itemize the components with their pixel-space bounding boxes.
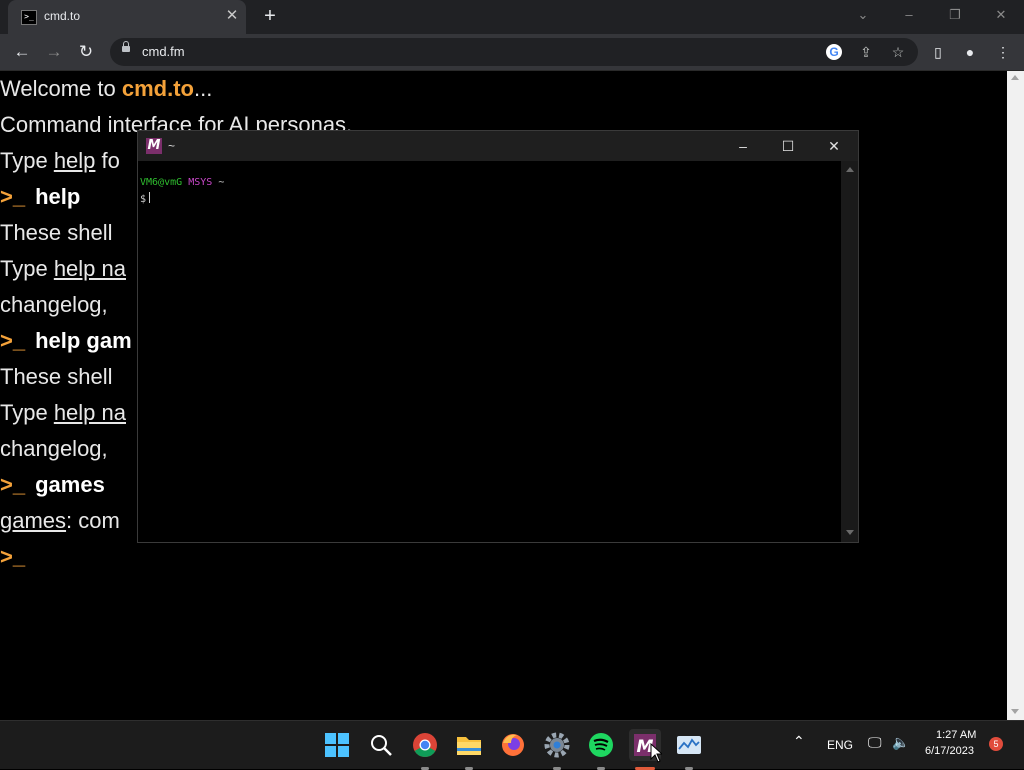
scroll-up-icon[interactable] bbox=[1011, 75, 1019, 80]
command-text: games bbox=[35, 472, 105, 497]
firefox-icon[interactable] bbox=[497, 729, 529, 761]
welcome-suffix: ... bbox=[193, 76, 213, 101]
language-indicator[interactable]: ENG bbox=[827, 738, 853, 752]
file-explorer-icon[interactable] bbox=[453, 729, 485, 770]
type-help-suffix: fo bbox=[95, 148, 120, 173]
network-icon[interactable]: 🖵 bbox=[868, 734, 882, 751]
google-lens-icon[interactable]: G bbox=[826, 44, 842, 60]
side-panel-icon[interactable]: ▯ bbox=[928, 42, 948, 62]
search-icon[interactable] bbox=[365, 729, 397, 761]
welcome-brand: cmd.to bbox=[121, 76, 194, 101]
command-line-1: >_ help bbox=[0, 182, 80, 212]
terminal-favicon-icon: >_ bbox=[21, 10, 37, 25]
spotify-icon[interactable] bbox=[585, 729, 617, 770]
command-text: help bbox=[35, 184, 81, 209]
clock-time[interactable]: 1:27 AM bbox=[936, 729, 976, 741]
shell-text-2: These shell bbox=[0, 364, 113, 389]
type-help-name-line-1: Type help na bbox=[0, 254, 126, 284]
type-help-name-line-2: Type help na bbox=[0, 398, 126, 428]
browser-toolbar: ← → ↻ cmd.fm G ⇪ ☆ ▯ ● ⋮ bbox=[0, 34, 1024, 71]
terminal-output[interactable]: VM6@vmG MSYS ~ $ bbox=[138, 161, 841, 542]
games-suffix: : com bbox=[66, 508, 120, 533]
type-help-prefix: Type bbox=[0, 148, 54, 173]
terminal-close-button[interactable]: ✕ bbox=[819, 135, 849, 157]
help-name-link[interactable]: help na bbox=[54, 256, 126, 281]
help-link[interactable]: help bbox=[54, 148, 96, 173]
reload-icon[interactable]: ↻ bbox=[74, 40, 98, 64]
prompt-symbol: >_ bbox=[0, 544, 26, 569]
command-line-3: >_ games bbox=[0, 470, 105, 500]
notification-badge[interactable]: 5 bbox=[989, 737, 1003, 751]
changelog-line-2: changelog, bbox=[0, 436, 108, 461]
welcome-prefix: Welcome to bbox=[0, 76, 122, 101]
lock-icon[interactable] bbox=[122, 41, 130, 52]
clock-date[interactable]: 6/17/2023 bbox=[925, 745, 974, 757]
scroll-down-icon[interactable] bbox=[1011, 709, 1019, 714]
volume-icon[interactable]: 🔈 bbox=[892, 734, 909, 751]
games-line: games: com bbox=[0, 506, 120, 536]
terminal-prompt-header: VM6@vmG MSYS ~ bbox=[140, 177, 224, 188]
start-windows-icon[interactable] bbox=[321, 729, 353, 761]
changelog-line-1: changelog, bbox=[0, 292, 108, 317]
tab-close-icon[interactable]: ✕ bbox=[224, 7, 240, 25]
type-prefix: Type bbox=[0, 400, 54, 425]
current-path: ~ bbox=[218, 177, 225, 188]
bookmark-star-icon[interactable]: ☆ bbox=[888, 42, 908, 62]
terminal-minimize-button[interactable]: – bbox=[728, 135, 758, 157]
close-window-button[interactable]: ✕ bbox=[986, 4, 1016, 26]
browser-tab[interactable]: >_ cmd.to ✕ bbox=[8, 0, 246, 34]
prompt-symbol: >_ bbox=[0, 472, 26, 497]
terminal-input-line[interactable]: $ bbox=[140, 192, 151, 205]
type-help-line: Type help fo bbox=[0, 146, 120, 176]
type-prefix: Type bbox=[0, 256, 54, 281]
page-scrollbar[interactable] bbox=[1007, 71, 1024, 720]
terminal-title: ~ bbox=[168, 139, 176, 153]
settings-gear-icon[interactable] bbox=[541, 729, 573, 770]
shell-prompt-symbol: $ bbox=[140, 194, 147, 205]
performance-monitor-icon[interactable] bbox=[673, 729, 705, 770]
tab-search-chevron-icon[interactable]: ⌄ bbox=[848, 4, 878, 26]
games-link[interactable]: games bbox=[0, 508, 66, 533]
tray-overflow-chevron-icon[interactable]: ⌃ bbox=[793, 733, 805, 750]
taskbar: M ⌃ ENG 🖵 🔈 1:27 AM 6/17/2023 bbox=[0, 720, 1024, 770]
input-prompt-line[interactable]: >_ bbox=[0, 542, 25, 572]
more-menu-icon[interactable]: ⋮ bbox=[993, 42, 1013, 62]
terminal-maximize-button[interactable]: ☐ bbox=[773, 135, 803, 157]
mouse-pointer-icon bbox=[650, 742, 664, 763]
msys-logo-icon: M bbox=[146, 138, 162, 154]
welcome-line: Welcome to cmd.to... bbox=[0, 74, 212, 104]
command-line-2: >_ help gam bbox=[0, 326, 132, 356]
prompt-symbol: >_ bbox=[0, 328, 26, 353]
terminal-scrollbar[interactable] bbox=[841, 161, 858, 542]
prompt-symbol: >_ bbox=[0, 184, 26, 209]
back-arrow-icon[interactable]: ← bbox=[10, 40, 34, 64]
shell-text-1: These shell bbox=[0, 220, 113, 245]
help-name-link[interactable]: help na bbox=[54, 400, 126, 425]
address-bar[interactable]: cmd.fm G ⇪ ☆ bbox=[110, 38, 918, 66]
url-text[interactable]: cmd.fm bbox=[142, 44, 185, 59]
restore-button[interactable]: ❐ bbox=[940, 4, 970, 26]
terminal-scroll-up-icon[interactable] bbox=[846, 167, 854, 172]
minimize-button[interactable]: – bbox=[894, 4, 924, 26]
text-cursor bbox=[149, 192, 151, 203]
system-name: MSYS bbox=[188, 177, 213, 188]
chrome-icon[interactable] bbox=[409, 729, 441, 770]
terminal-titlebar[interactable]: M ~ – ☐ ✕ bbox=[138, 131, 858, 161]
terminal-scroll-down-icon[interactable] bbox=[846, 530, 854, 535]
user-host: VM6@vmG bbox=[140, 177, 183, 188]
browser-titlebar: >_ cmd.to ✕ + ⌄ – ❐ ✕ bbox=[0, 0, 1024, 34]
share-icon[interactable]: ⇪ bbox=[856, 42, 876, 62]
msys-terminal-window[interactable]: M ~ – ☐ ✕ VM6@vmG MSYS ~ $ bbox=[137, 130, 859, 543]
command-text: help gam bbox=[35, 328, 132, 353]
tab-title: cmd.to bbox=[44, 9, 81, 23]
forward-arrow-icon[interactable]: → bbox=[42, 40, 66, 64]
new-tab-button[interactable]: + bbox=[259, 5, 281, 27]
profile-avatar-icon[interactable]: ● bbox=[960, 42, 980, 62]
